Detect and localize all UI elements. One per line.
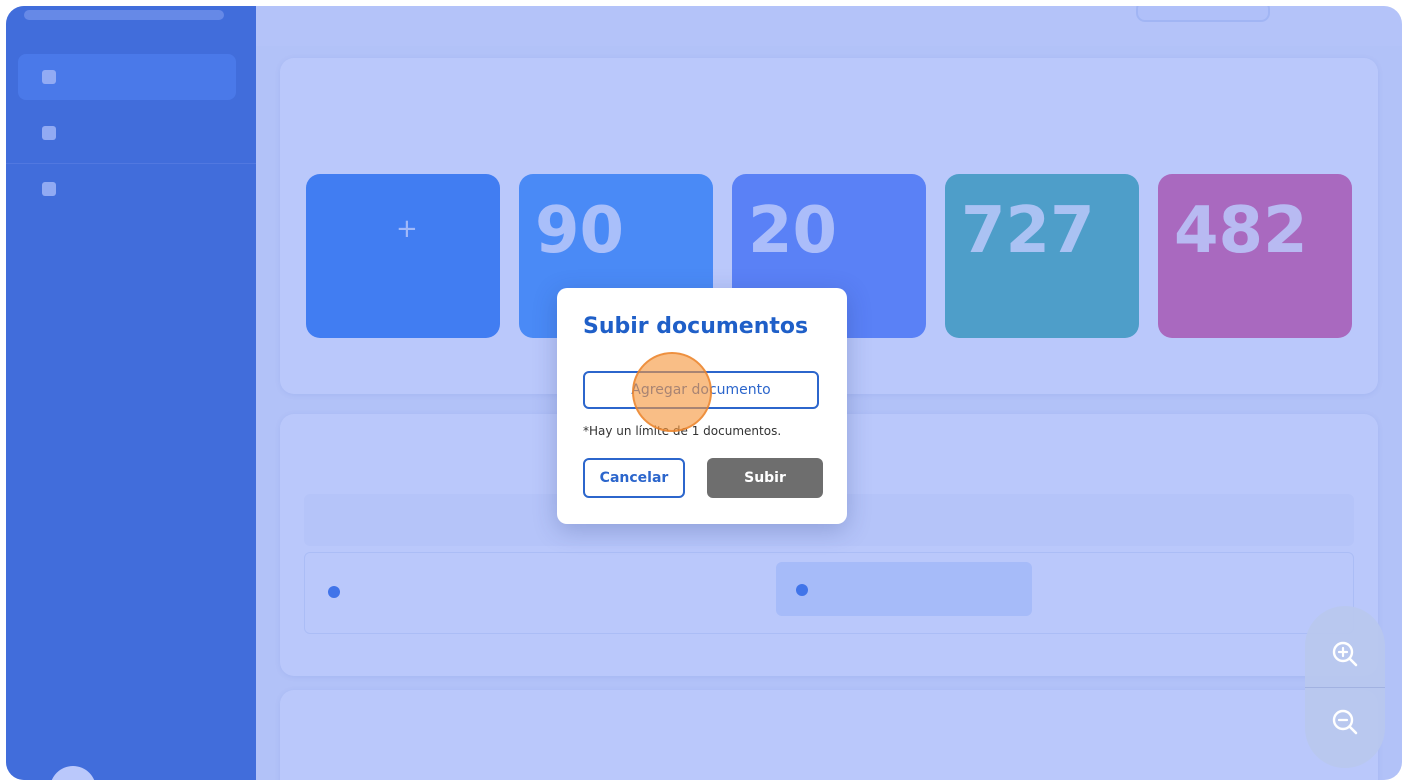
zoom-out-icon	[1332, 709, 1358, 735]
zoom-controls	[1305, 606, 1385, 768]
zoom-divider	[1305, 687, 1385, 688]
zoom-in-button[interactable]	[1325, 634, 1365, 674]
modal-title: Subir documentos	[583, 314, 809, 339]
add-document-button[interactable]: Agregar documento	[583, 371, 819, 409]
zoom-out-button[interactable]	[1325, 702, 1365, 742]
upload-documents-modal: Subir documentos Agregar documento *Hay …	[557, 288, 847, 524]
zoom-in-icon	[1332, 641, 1358, 667]
cancel-button[interactable]: Cancelar	[583, 458, 685, 498]
submit-button[interactable]: Subir	[707, 458, 823, 498]
document-limit-note: *Hay un límite de 1 documentos.	[583, 424, 782, 438]
